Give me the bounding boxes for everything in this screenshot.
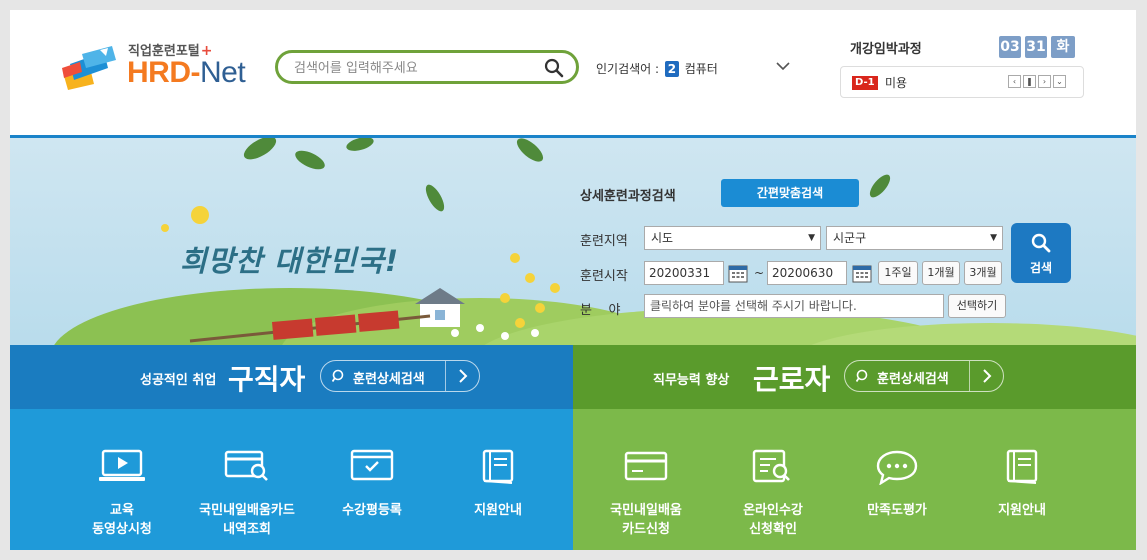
quick-search-button[interactable]: 간편맞춤검색 — [721, 179, 859, 207]
sido-value: 시도 — [651, 231, 674, 245]
popular-term[interactable]: 컴퓨터 — [685, 62, 718, 76]
region-label: 훈련지역 — [580, 234, 628, 249]
worker-item-support[interactable]: 지원안내 — [962, 449, 1082, 520]
choose-field-button[interactable]: 선택하기 — [948, 294, 1006, 318]
period-3month-button[interactable]: 3개월 — [964, 261, 1002, 285]
pause-icon[interactable]: ❚ — [1023, 75, 1036, 88]
sigungu-value: 시군구 — [833, 231, 867, 245]
prev-icon[interactable]: ‹ — [1008, 75, 1021, 88]
next-icon[interactable]: › — [1038, 75, 1051, 88]
job-seeker-menu: 교육 동영상시청 국민내일배움카드 내역조회 수강평등록 지원안내 — [10, 409, 573, 550]
item-label: 국민내일배움카드 내역조회 — [199, 503, 295, 537]
date-day: 31 — [1025, 36, 1047, 58]
search-icon — [332, 369, 344, 382]
logo-hrd-text: HRD- — [127, 56, 201, 89]
expand-icon[interactable]: ⌄ — [1053, 75, 1066, 88]
job-seeker-header: 성공적인 취업 구직자 훈련상세검색 — [10, 345, 573, 409]
search-box — [275, 50, 579, 84]
field-label: 분 야 — [580, 303, 621, 318]
banner-slogan: 희망찬 대한민국! — [180, 244, 400, 278]
pill-divider — [969, 361, 970, 391]
item-label: 만족도평가 — [867, 503, 927, 518]
main-banner: 희망찬 대한민국! 상세훈련과정검색 간편맞춤검색 훈련지역 시도 ▼ 시군구 ▼ … — [10, 138, 1136, 345]
document-search-icon — [752, 449, 790, 483]
date-range-tilde: ~ — [754, 266, 765, 280]
search-icon — [1031, 233, 1051, 253]
chevron-right-icon — [983, 369, 992, 383]
sigungu-select[interactable]: 시군구 ▼ — [826, 226, 1003, 250]
deadline-title: 개강임박과정 — [850, 42, 922, 57]
book-icon — [1006, 449, 1038, 484]
worker-item-card-apply[interactable]: 국민내일배움 카드신청 — [586, 449, 706, 539]
item-label: 지원안내 — [998, 503, 1046, 518]
review-window-icon — [350, 449, 394, 481]
sido-select[interactable]: 시도 ▼ — [644, 226, 821, 250]
page-frame: 직업훈련포털+ HRD-Net 인기검색어 : 2 컴퓨터 개강임박과정 03 … — [10, 10, 1136, 550]
deadline-course-link[interactable]: 미용 — [885, 74, 907, 91]
item-label: 수강평등록 — [342, 503, 402, 518]
book-icon — [482, 449, 514, 484]
search-button-label: 검색 — [1029, 261, 1053, 275]
field-select-input[interactable]: 클릭하여 분야를 선택해 주시기 바랍니다. — [644, 294, 944, 318]
job-seeker-detail-search-button[interactable]: 훈련상세검색 — [320, 360, 480, 392]
search-icon — [856, 369, 868, 382]
popular-label: 인기검색어 : — [596, 62, 660, 76]
item-label: 온라인수강 신청확인 — [743, 503, 803, 537]
popular-rank-badge: 2 — [664, 61, 679, 77]
item-label: 교육 동영상시청 — [92, 503, 152, 537]
job-seeker-item-support[interactable]: 지원안내 — [438, 449, 558, 520]
logo-mark-icon — [62, 46, 116, 90]
worker-subtitle: 직무능력 향상 — [653, 373, 730, 388]
d-day-badge: D-1 — [852, 76, 878, 90]
worker-detail-search-button[interactable]: 훈련상세검색 — [844, 360, 1004, 392]
chat-bubble-icon — [876, 450, 918, 485]
start-label: 훈련시작 — [580, 269, 628, 284]
deadline-ticker: D-1 미용 ‹ ❚ › ⌄ — [840, 66, 1084, 98]
calendar-icon[interactable] — [728, 263, 748, 283]
period-1month-button[interactable]: 1개월 — [922, 261, 960, 285]
start-date-input[interactable]: 20200331 — [644, 261, 724, 285]
job-seeker-title: 구직자 — [228, 363, 306, 396]
job-seeker-item-video[interactable]: 교육 동영상시청 — [62, 449, 182, 539]
hrd-net-logo[interactable]: 직업훈련포털+ HRD-Net — [60, 38, 260, 94]
worker-header: 직무능력 향상 근로자 훈련상세검색 — [573, 345, 1136, 409]
card-search-icon — [224, 450, 268, 481]
search-input[interactable] — [292, 56, 536, 80]
worker-menu: 국민내일배움 카드신청 온라인수강 신청확인 만족도평가 지원안내 — [573, 409, 1136, 550]
pill-label: 훈련상세검색 — [353, 372, 425, 387]
dropdown-arrow-icon: ▼ — [990, 233, 997, 243]
header: 직업훈련포털+ HRD-Net 인기검색어 : 2 컴퓨터 개강임박과정 03 … — [10, 10, 1136, 135]
logo-net-text: Net — [200, 56, 246, 89]
worker-item-satisfaction[interactable]: 만족도평가 — [837, 449, 957, 520]
chevron-down-icon[interactable] — [776, 61, 790, 71]
item-label: 지원안내 — [474, 503, 522, 518]
job-seeker-item-card-history[interactable]: 국민내일배움카드 내역조회 — [187, 449, 307, 539]
pill-divider — [445, 361, 446, 391]
period-1week-button[interactable]: 1주일 — [878, 261, 918, 285]
job-seeker-subtitle: 성공적인 취업 — [140, 373, 217, 388]
dropdown-arrow-icon: ▼ — [808, 233, 815, 243]
monitor-play-icon — [99, 449, 145, 481]
calendar-icon[interactable] — [852, 263, 872, 283]
item-label: 국민내일배움 카드신청 — [610, 503, 682, 537]
chevron-right-icon — [459, 369, 468, 383]
worker-title: 근로자 — [753, 363, 831, 396]
pill-label: 훈련상세검색 — [877, 372, 949, 387]
worker-item-online-check[interactable]: 온라인수강 신청확인 — [713, 449, 833, 539]
detail-search-title: 상세훈련과정검색 — [580, 189, 676, 204]
detail-search-button[interactable]: 검색 — [1011, 223, 1071, 283]
date-month: 03 — [999, 36, 1021, 58]
search-icon[interactable] — [544, 58, 564, 78]
job-seeker-item-review[interactable]: 수강평등록 — [312, 449, 432, 520]
card-icon — [624, 451, 668, 481]
popular-keywords[interactable]: 인기검색어 : 2 컴퓨터 — [596, 60, 718, 77]
end-date-input[interactable]: 20200630 — [767, 261, 847, 285]
date-weekday: 화 — [1051, 36, 1075, 58]
